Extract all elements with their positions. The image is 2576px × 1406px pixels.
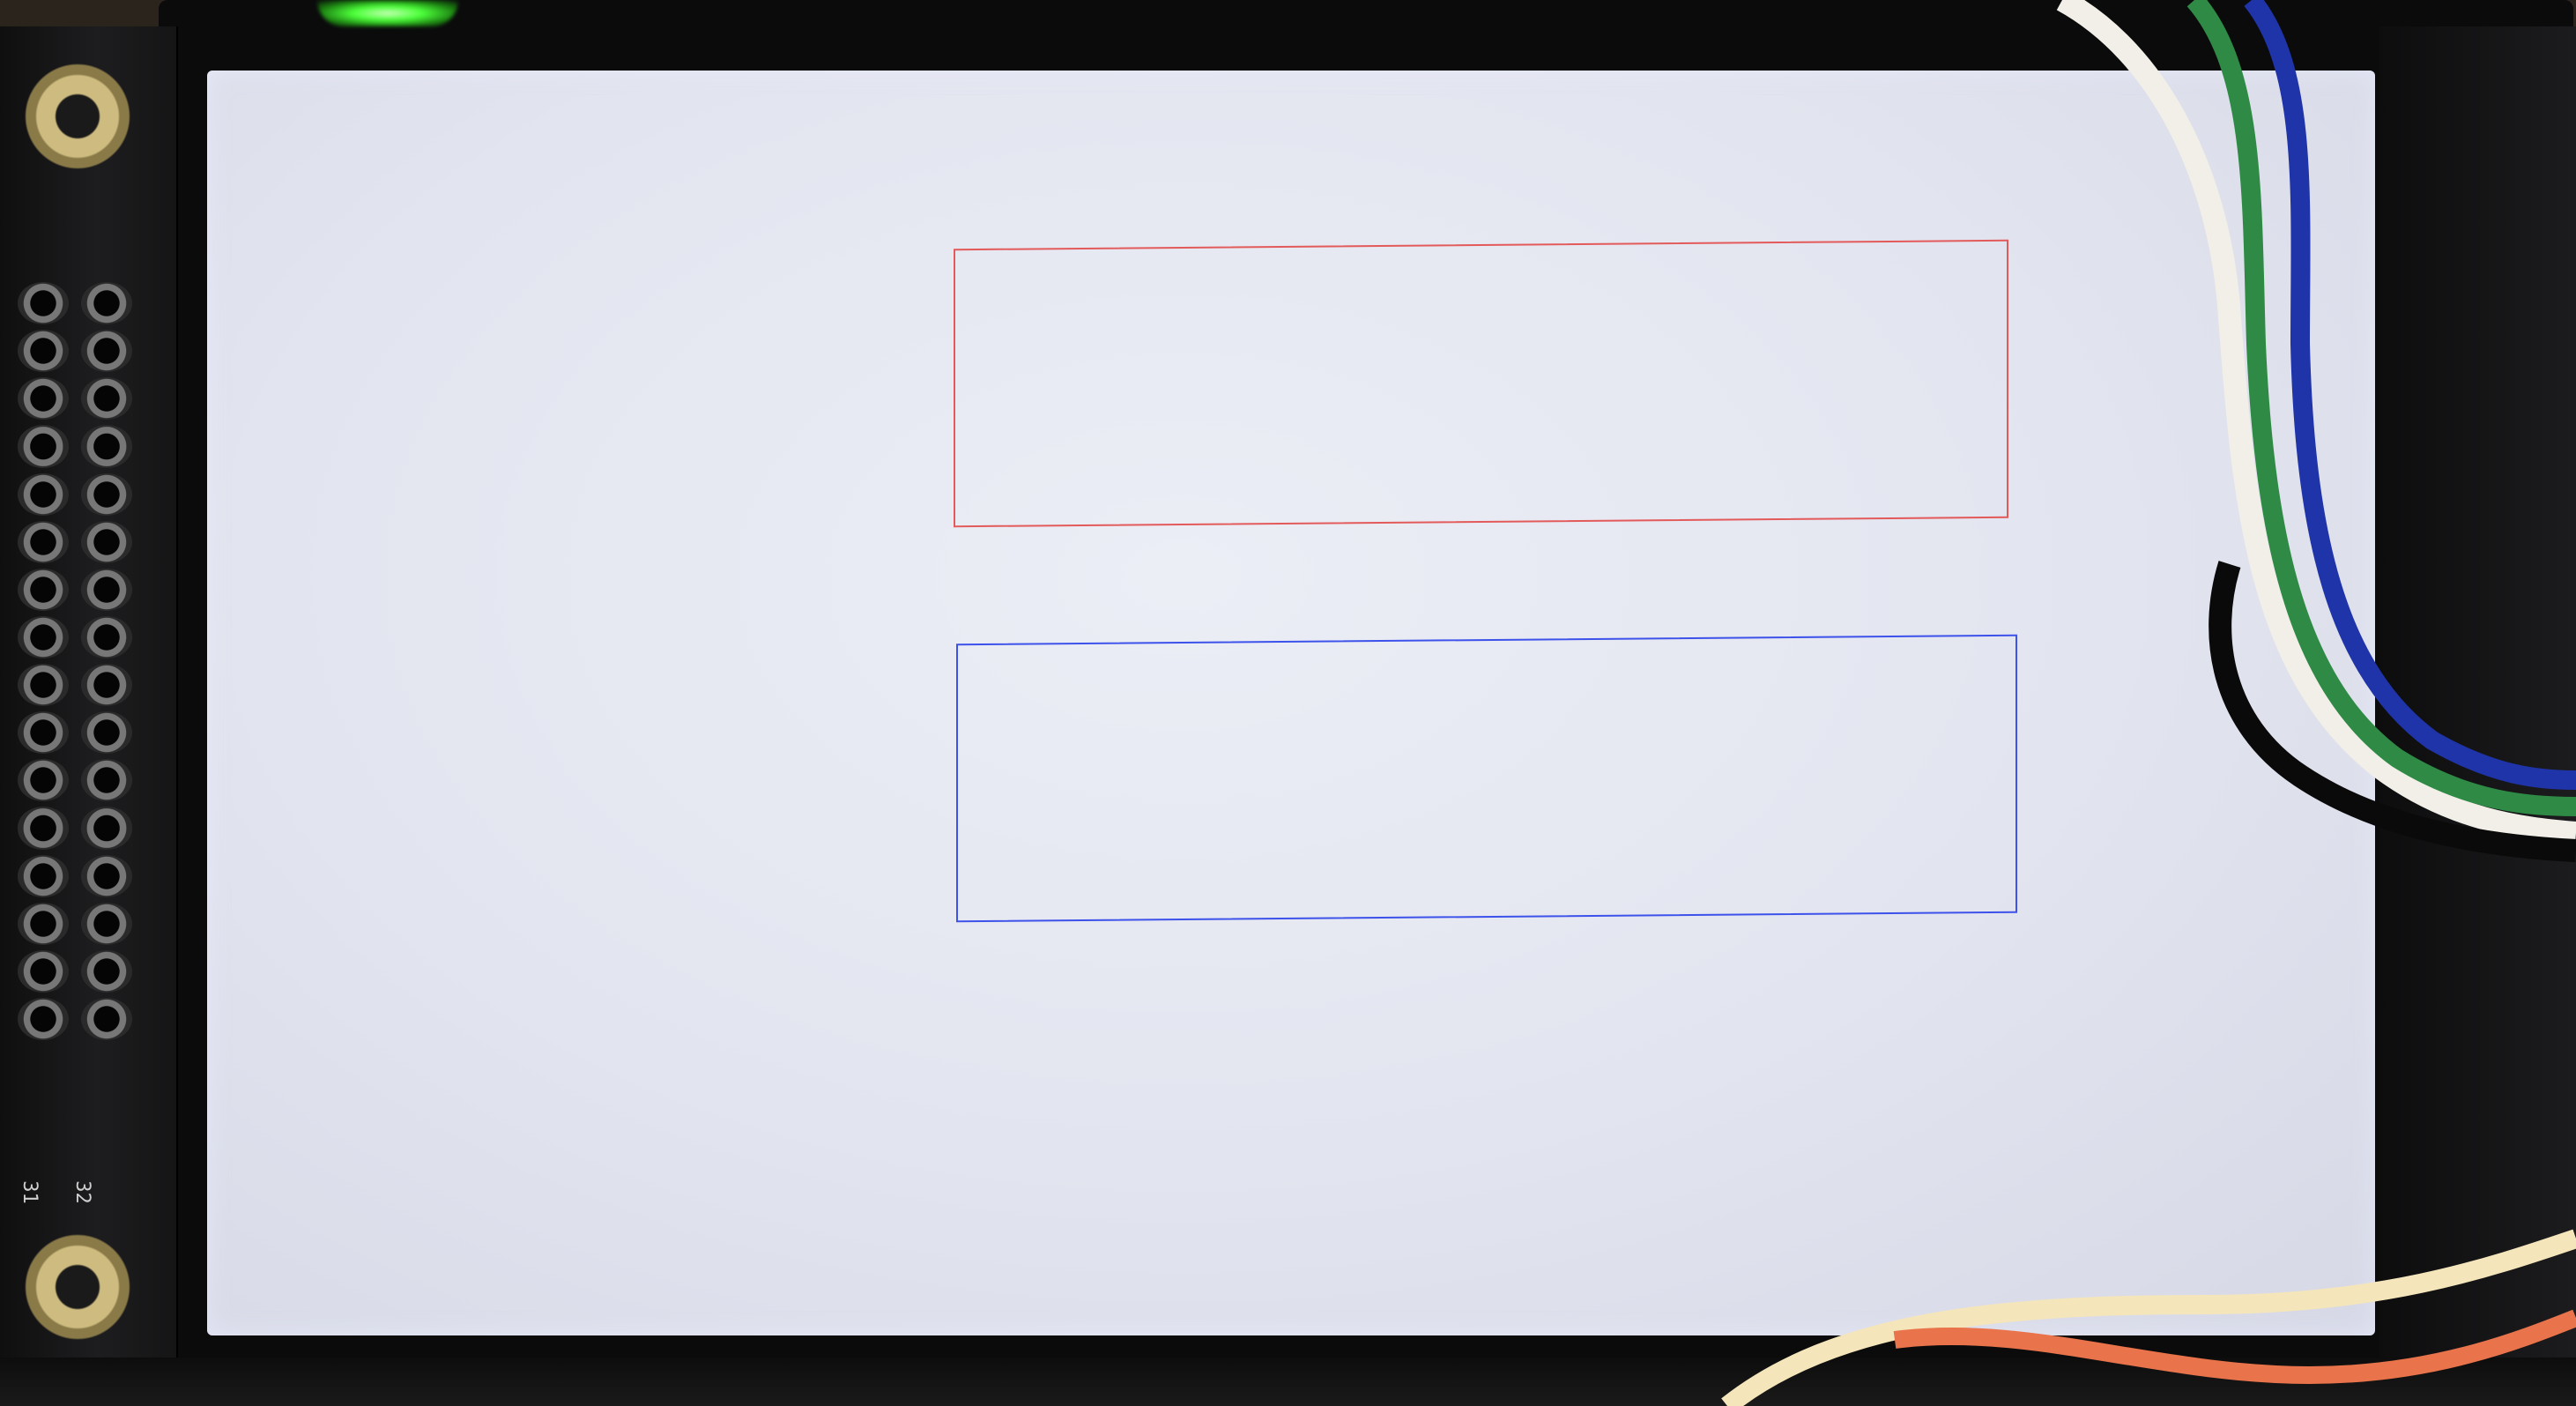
blue-outline-rectangle[interactable]	[956, 634, 2017, 923]
gpio-header	[18, 282, 132, 1040]
header-pin	[81, 282, 132, 325]
header-pin	[81, 615, 132, 658]
right-frame	[2379, 26, 2576, 1384]
header-pin	[81, 902, 132, 945]
header-pin	[81, 854, 132, 897]
header-pin	[81, 425, 132, 468]
header-pin	[81, 997, 132, 1040]
header-pin	[18, 568, 69, 611]
header-pin	[18, 664, 69, 707]
header-pin	[81, 330, 132, 373]
header-pin	[81, 759, 132, 802]
pin-label-32: 32	[71, 1180, 93, 1204]
header-pin	[81, 711, 132, 755]
mount-hole-top	[25, 63, 130, 169]
header-pin	[18, 902, 69, 945]
header-pin	[18, 377, 69, 420]
header-pin	[18, 949, 69, 993]
header-pin	[18, 425, 69, 468]
header-pin	[18, 615, 69, 658]
red-outline-rectangle[interactable]	[954, 239, 2008, 528]
mount-hole-bottom	[25, 1234, 130, 1340]
header-pin	[81, 568, 132, 611]
header-pin	[81, 807, 132, 850]
header-pin	[18, 472, 69, 516]
header-pin	[18, 330, 69, 373]
header-pin	[81, 472, 132, 516]
header-pin	[18, 807, 69, 850]
lcd-screen	[207, 71, 2375, 1335]
header-pin	[18, 711, 69, 755]
pin-label-31: 31	[18, 1180, 41, 1204]
header-pin	[81, 664, 132, 707]
header-pin	[81, 520, 132, 563]
header-pin	[18, 282, 69, 325]
header-pin	[81, 377, 132, 420]
header-pin	[18, 520, 69, 563]
bottom-connector-strip	[0, 1358, 2576, 1406]
device-photo: 31 32	[0, 0, 2576, 1406]
header-pin	[18, 854, 69, 897]
status-led	[317, 0, 458, 26]
header-pin	[18, 997, 69, 1040]
header-pin	[81, 949, 132, 993]
pcb-board: 31 32	[0, 26, 178, 1380]
header-pin	[18, 759, 69, 802]
